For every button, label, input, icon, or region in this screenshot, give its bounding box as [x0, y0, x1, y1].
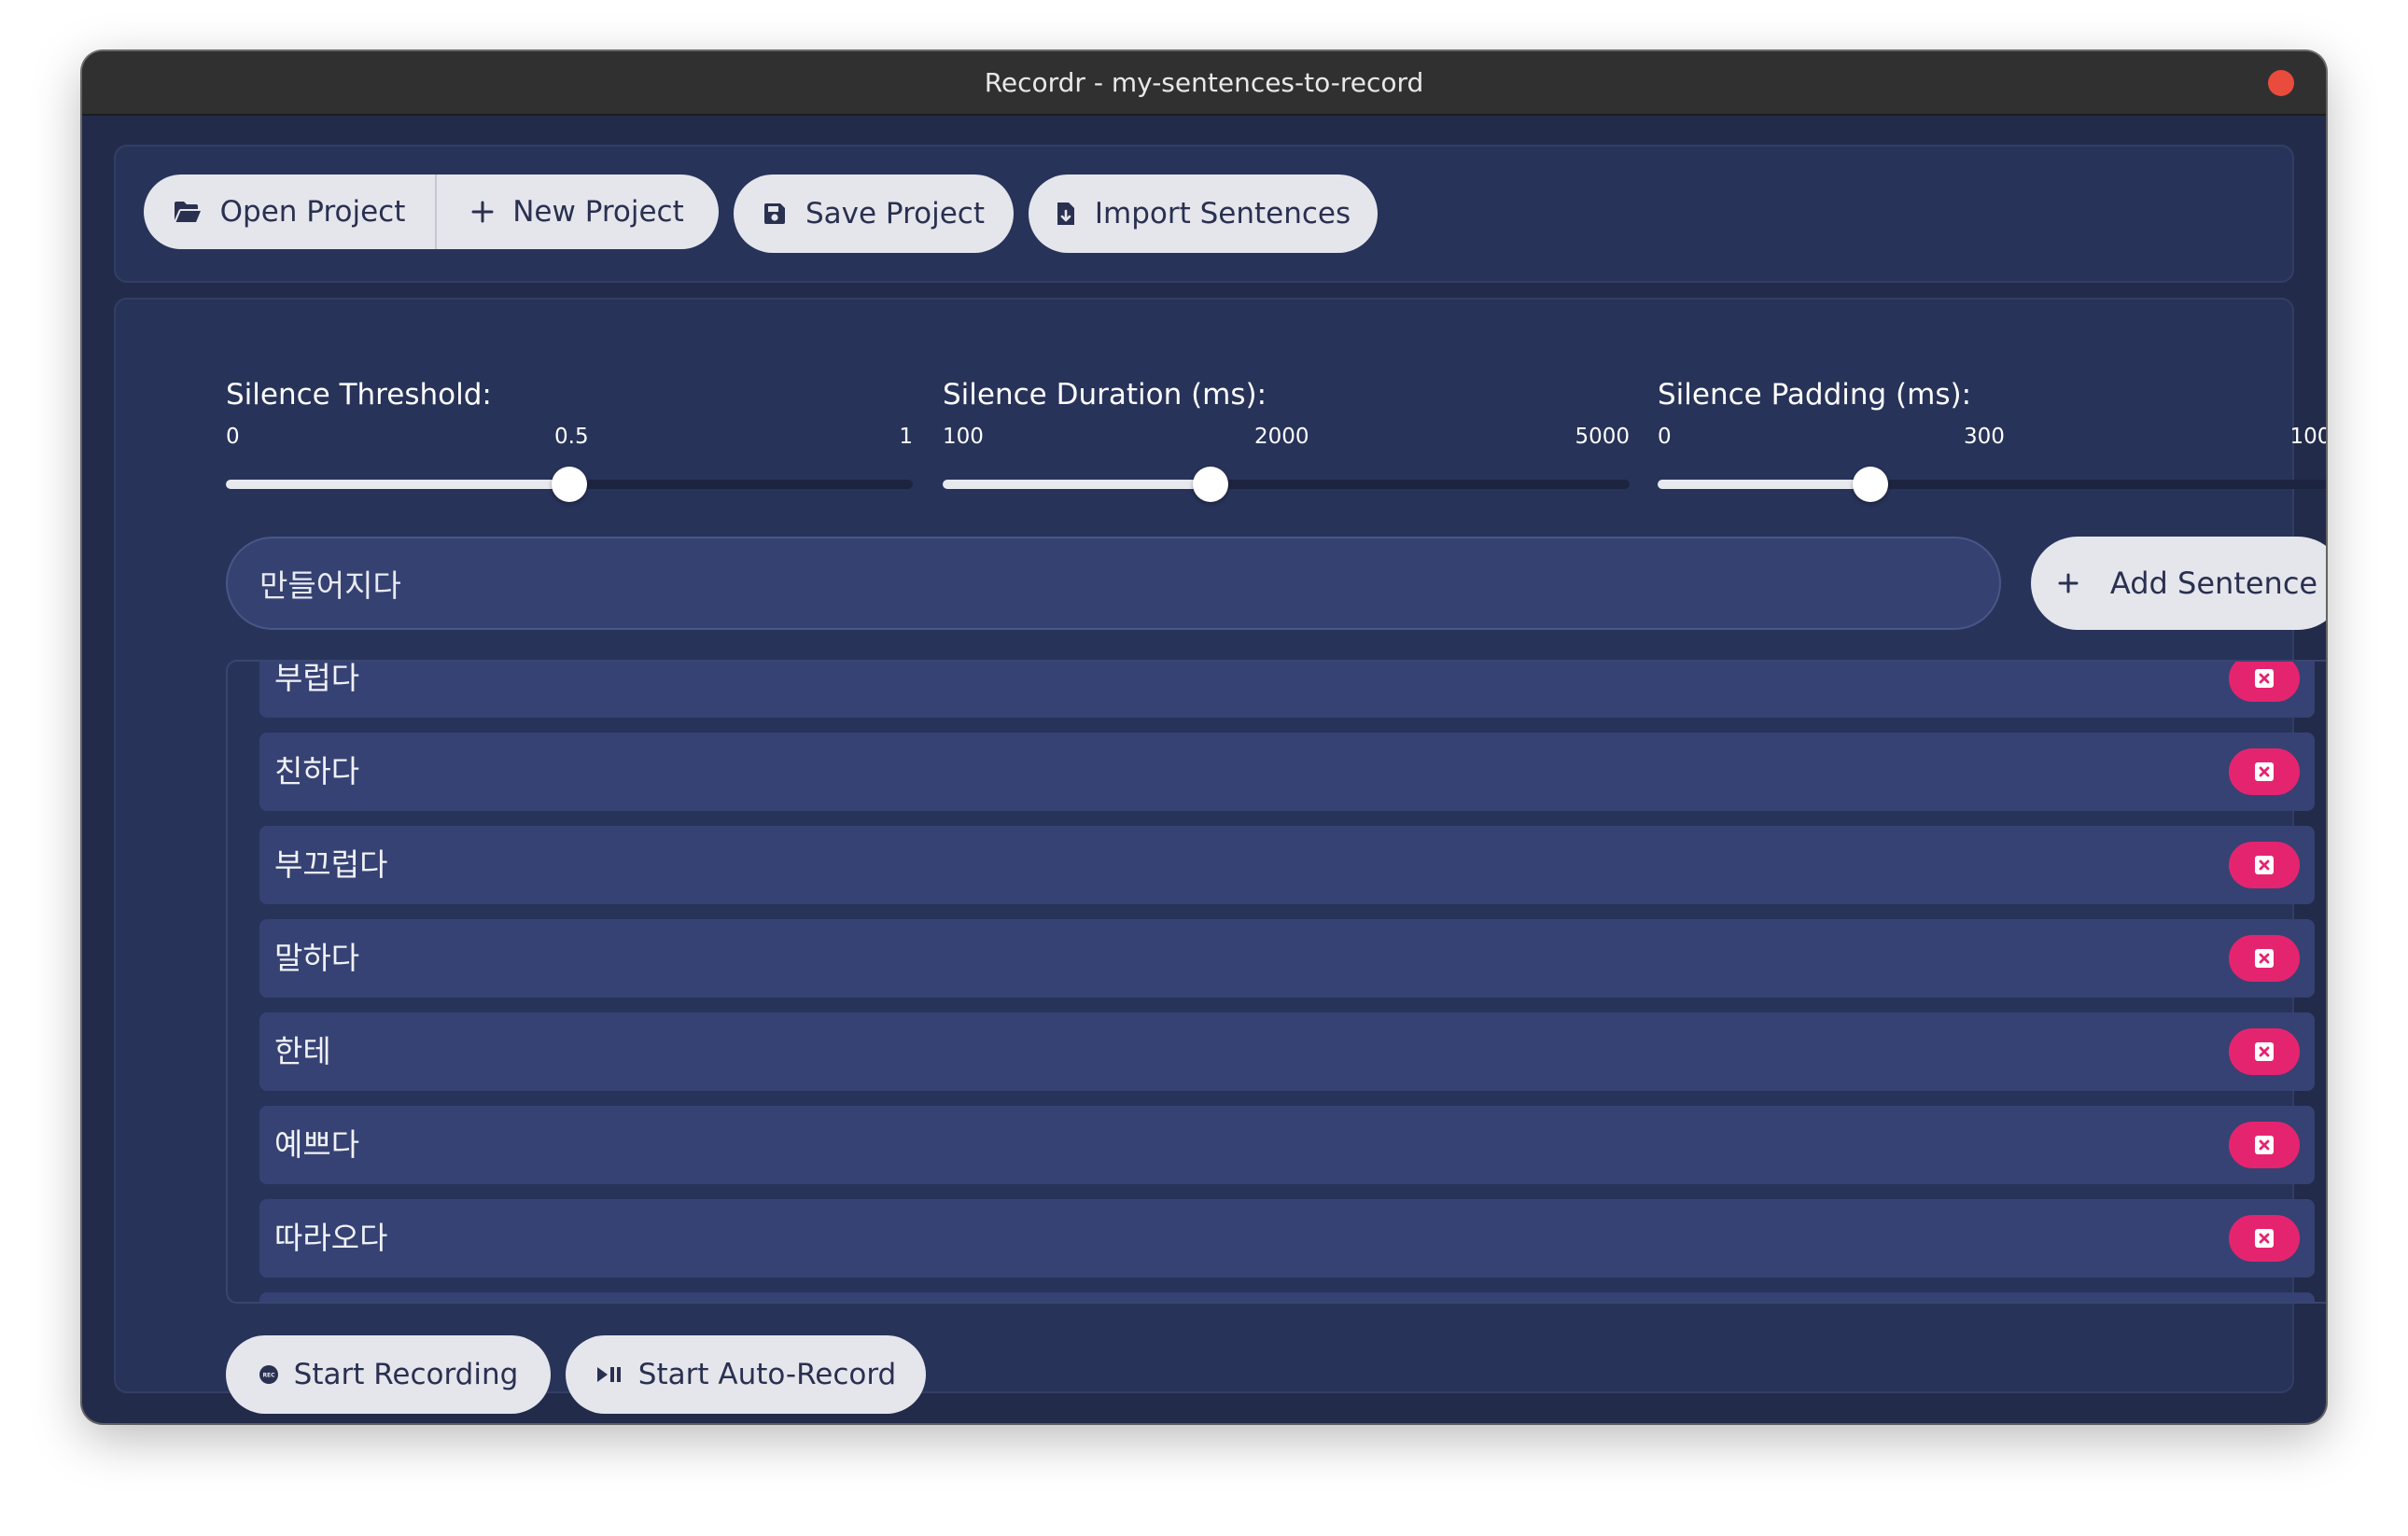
- new-project-label: New Project: [512, 195, 684, 229]
- list-item[interactable]: 예쁘다: [259, 1106, 2315, 1184]
- plus-icon: [471, 201, 494, 223]
- start-auto-record-label: Start Auto-Record: [637, 1358, 897, 1391]
- floppy-disk-icon: [763, 202, 787, 226]
- slider-max-tick: 1000: [2289, 425, 2326, 449]
- sentence-text: 말하다: [274, 940, 360, 976]
- list-item[interactable]: 부끄럽다: [259, 826, 2315, 904]
- import-sentences-button[interactable]: Import Sentences: [1029, 175, 1378, 253]
- rec-icon: REC: [259, 1364, 279, 1385]
- slider-label: Silence Threshold:: [226, 378, 492, 412]
- list-item[interactable]: [259, 1292, 2315, 1302]
- square-x-icon: [2255, 856, 2274, 874]
- slider-label: Silence Duration (ms):: [943, 378, 1267, 412]
- add-sentence-label: Add Sentence: [2109, 566, 2318, 601]
- open-project-button[interactable]: Open Project: [144, 175, 437, 249]
- slider-thumb[interactable]: [1853, 467, 1889, 502]
- open-project-label: Open Project: [219, 195, 406, 229]
- delete-sentence-button[interactable]: [2229, 842, 2300, 888]
- sentence-list[interactable]: 부럽다 친하다 부끄럽다 말하다 한테 예쁘다 따라오다: [226, 660, 2326, 1304]
- import-sentences-label: Import Sentences: [1094, 197, 1351, 230]
- start-auto-record-button[interactable]: Start Auto-Record: [566, 1335, 926, 1414]
- svg-text:REC: REC: [262, 1373, 275, 1379]
- list-item[interactable]: 한테: [259, 1012, 2315, 1091]
- slider-fill: [1658, 480, 1871, 489]
- slider-max-tick: 5000: [1575, 425, 1630, 449]
- slider-min-tick: 100: [943, 425, 984, 449]
- slider-label: Silence Padding (ms):: [1658, 378, 1972, 412]
- slider-thumb[interactable]: [1193, 467, 1229, 502]
- play-pause-icon: [595, 1364, 623, 1385]
- list-item[interactable]: 친하다: [259, 733, 2315, 811]
- square-x-icon: [2255, 1229, 2274, 1248]
- slider-fill: [226, 480, 569, 489]
- folder-open-icon: [174, 201, 202, 223]
- save-project-label: Save Project: [805, 197, 985, 230]
- slider-mid-tick: 300: [1964, 425, 2005, 449]
- plus-icon: [2058, 573, 2079, 593]
- start-recording-label: Start Recording: [293, 1358, 519, 1391]
- save-project-button[interactable]: Save Project: [734, 175, 1014, 253]
- sentence-input[interactable]: [226, 537, 2001, 630]
- window-title: Recordr - my-sentences-to-record: [984, 67, 1424, 98]
- square-x-icon: [2255, 1136, 2274, 1154]
- file-import-icon: [1056, 201, 1076, 227]
- list-item[interactable]: 말하다: [259, 919, 2315, 998]
- delete-sentence-button[interactable]: [2229, 662, 2300, 702]
- square-x-icon: [2255, 669, 2274, 688]
- slider-fill: [943, 480, 1211, 489]
- delete-sentence-button[interactable]: [2229, 748, 2300, 795]
- delete-sentence-button[interactable]: [2229, 1215, 2300, 1262]
- slider-thumb[interactable]: [552, 467, 587, 502]
- new-project-button[interactable]: New Project: [437, 175, 719, 249]
- sentence-text: 부럽다: [274, 660, 360, 696]
- slider-mid-tick: 2000: [1254, 425, 1309, 449]
- sentence-text: 예쁘다: [274, 1126, 360, 1163]
- slider-max-tick: 1: [899, 425, 913, 449]
- list-item[interactable]: 부럽다: [259, 660, 2315, 718]
- sentence-text: 친하다: [274, 753, 360, 789]
- slider-min-tick: 0: [226, 425, 240, 449]
- slider-mid-tick: 0.5: [554, 425, 589, 449]
- square-x-icon: [2255, 762, 2274, 781]
- toolbar: Open Project New Project Save Project Im…: [114, 145, 2294, 283]
- sentence-text: 한테: [274, 1033, 331, 1069]
- close-window-button[interactable]: [2268, 70, 2294, 96]
- square-x-icon: [2255, 949, 2274, 968]
- square-x-icon: [2255, 1042, 2274, 1061]
- list-item[interactable]: 따라오다: [259, 1199, 2315, 1278]
- delete-sentence-button[interactable]: [2229, 935, 2300, 982]
- delete-sentence-button[interactable]: [2229, 1122, 2300, 1168]
- start-recording-button[interactable]: REC Start Recording: [226, 1335, 551, 1414]
- delete-sentence-button[interactable]: [2229, 1028, 2300, 1075]
- sentence-text: 따라오다: [274, 1220, 388, 1256]
- sentence-text: 부끄럽다: [274, 846, 388, 883]
- add-sentence-button[interactable]: Add Sentence: [2031, 537, 2326, 630]
- title-bar: Recordr - my-sentences-to-record: [82, 51, 2326, 116]
- app-window: Recordr - my-sentences-to-record Open Pr…: [82, 51, 2326, 1423]
- slider-min-tick: 0: [1658, 425, 1672, 449]
